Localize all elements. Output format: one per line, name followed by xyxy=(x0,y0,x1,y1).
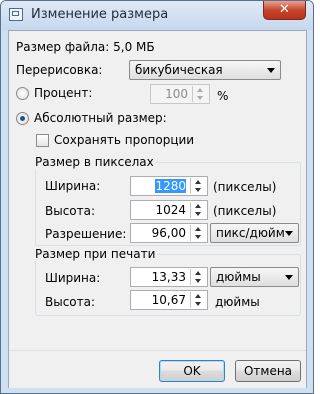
pixel-width-value: 1280 xyxy=(155,179,186,193)
percent-stepper[interactable]: 100 xyxy=(150,84,210,104)
print-unit-dropdown[interactable]: дюймы xyxy=(210,267,299,287)
window-title: Изменение размера xyxy=(31,7,169,22)
pixel-width-label: Ширина: xyxy=(45,179,101,193)
pixel-width-spin-buttons[interactable] xyxy=(190,178,206,194)
resolution-value: 96,00 xyxy=(151,226,186,240)
print-height-label: Высота: xyxy=(45,295,96,309)
file-size-label: Размер файла: 5,0 МБ xyxy=(16,40,155,54)
chevron-down-icon xyxy=(285,275,293,280)
percent-spin-buttons[interactable] xyxy=(192,86,208,102)
resolution-unit-dropdown[interactable]: пикс/дюйм xyxy=(210,223,299,243)
percent-label: Процент: xyxy=(34,86,93,100)
chevron-down-icon xyxy=(267,68,275,73)
spin-down-icon xyxy=(195,235,201,239)
print-height-spin-buttons[interactable] xyxy=(190,292,206,308)
resolution-stepper[interactable]: 96,00 xyxy=(130,223,208,243)
absolute-size-radio[interactable] xyxy=(16,112,29,125)
pixel-size-group-title: Размер в пикселах xyxy=(33,155,156,169)
pixel-height-spin-buttons[interactable] xyxy=(190,202,206,218)
print-height-value: 10,67 xyxy=(151,293,186,307)
spin-down-icon xyxy=(195,279,201,283)
resample-label: Перерисовка: xyxy=(16,63,103,77)
print-width-spin-buttons[interactable] xyxy=(190,269,206,285)
print-width-value: 13,33 xyxy=(151,270,186,284)
print-width-unit: дюймы xyxy=(216,270,261,284)
spin-down-icon xyxy=(197,96,203,100)
cancel-button[interactable]: Отмена xyxy=(235,360,301,382)
spin-down-icon xyxy=(195,188,201,192)
spin-up-icon xyxy=(195,227,201,231)
title-bar[interactable]: Изменение размера ✕ xyxy=(1,1,313,30)
print-size-group-title: Размер при печати xyxy=(33,247,158,261)
window-icon xyxy=(9,8,23,21)
resample-dropdown[interactable]: бикубическая xyxy=(129,60,281,80)
pixel-height-unit: (пикселы) xyxy=(213,204,277,218)
close-button[interactable]: ✕ xyxy=(263,1,306,20)
button-bar: OK Отмена xyxy=(9,350,306,388)
resolution-label: Разрешение: xyxy=(45,227,127,241)
resample-value: бикубическая xyxy=(135,63,223,77)
spin-up-icon xyxy=(195,180,201,184)
dialog-body: Размер файла: 5,0 МБ Перерисовка: бикуби… xyxy=(8,30,307,388)
resolution-unit-value: пикс/дюйм xyxy=(216,226,285,240)
print-width-stepper[interactable]: 13,33 xyxy=(130,267,208,287)
spin-up-icon xyxy=(195,294,201,298)
spin-down-icon xyxy=(195,212,201,216)
resolution-spin-buttons[interactable] xyxy=(190,225,206,241)
pixel-height-value: 1024 xyxy=(155,203,186,217)
percent-unit: % xyxy=(217,89,229,103)
percent-radio[interactable] xyxy=(16,87,29,100)
spin-up-icon xyxy=(195,271,201,275)
spin-up-icon xyxy=(195,204,201,208)
print-width-label: Ширина: xyxy=(45,271,101,285)
percent-value: 100 xyxy=(165,87,188,101)
spin-up-icon xyxy=(197,88,203,92)
pixel-height-stepper[interactable]: 1024 xyxy=(130,200,208,220)
pixel-width-unit: (пикселы) xyxy=(213,180,277,194)
pixel-height-label: Высота: xyxy=(45,204,96,218)
keep-proportions-checkbox[interactable] xyxy=(36,134,49,147)
resize-dialog: Изменение размера ✕ Размер файла: 5,0 МБ… xyxy=(0,0,314,394)
absolute-size-label: Абсолютный размер: xyxy=(34,111,167,125)
spin-down-icon xyxy=(195,302,201,306)
keep-proportions-label: Сохранять пропорции xyxy=(54,133,195,147)
print-height-unit: дюймы xyxy=(215,295,260,309)
ok-button[interactable]: OK xyxy=(159,360,225,382)
print-height-stepper[interactable]: 10,67 xyxy=(130,290,208,310)
pixel-width-stepper[interactable]: 1280 xyxy=(130,176,208,196)
chevron-down-icon xyxy=(285,231,293,236)
